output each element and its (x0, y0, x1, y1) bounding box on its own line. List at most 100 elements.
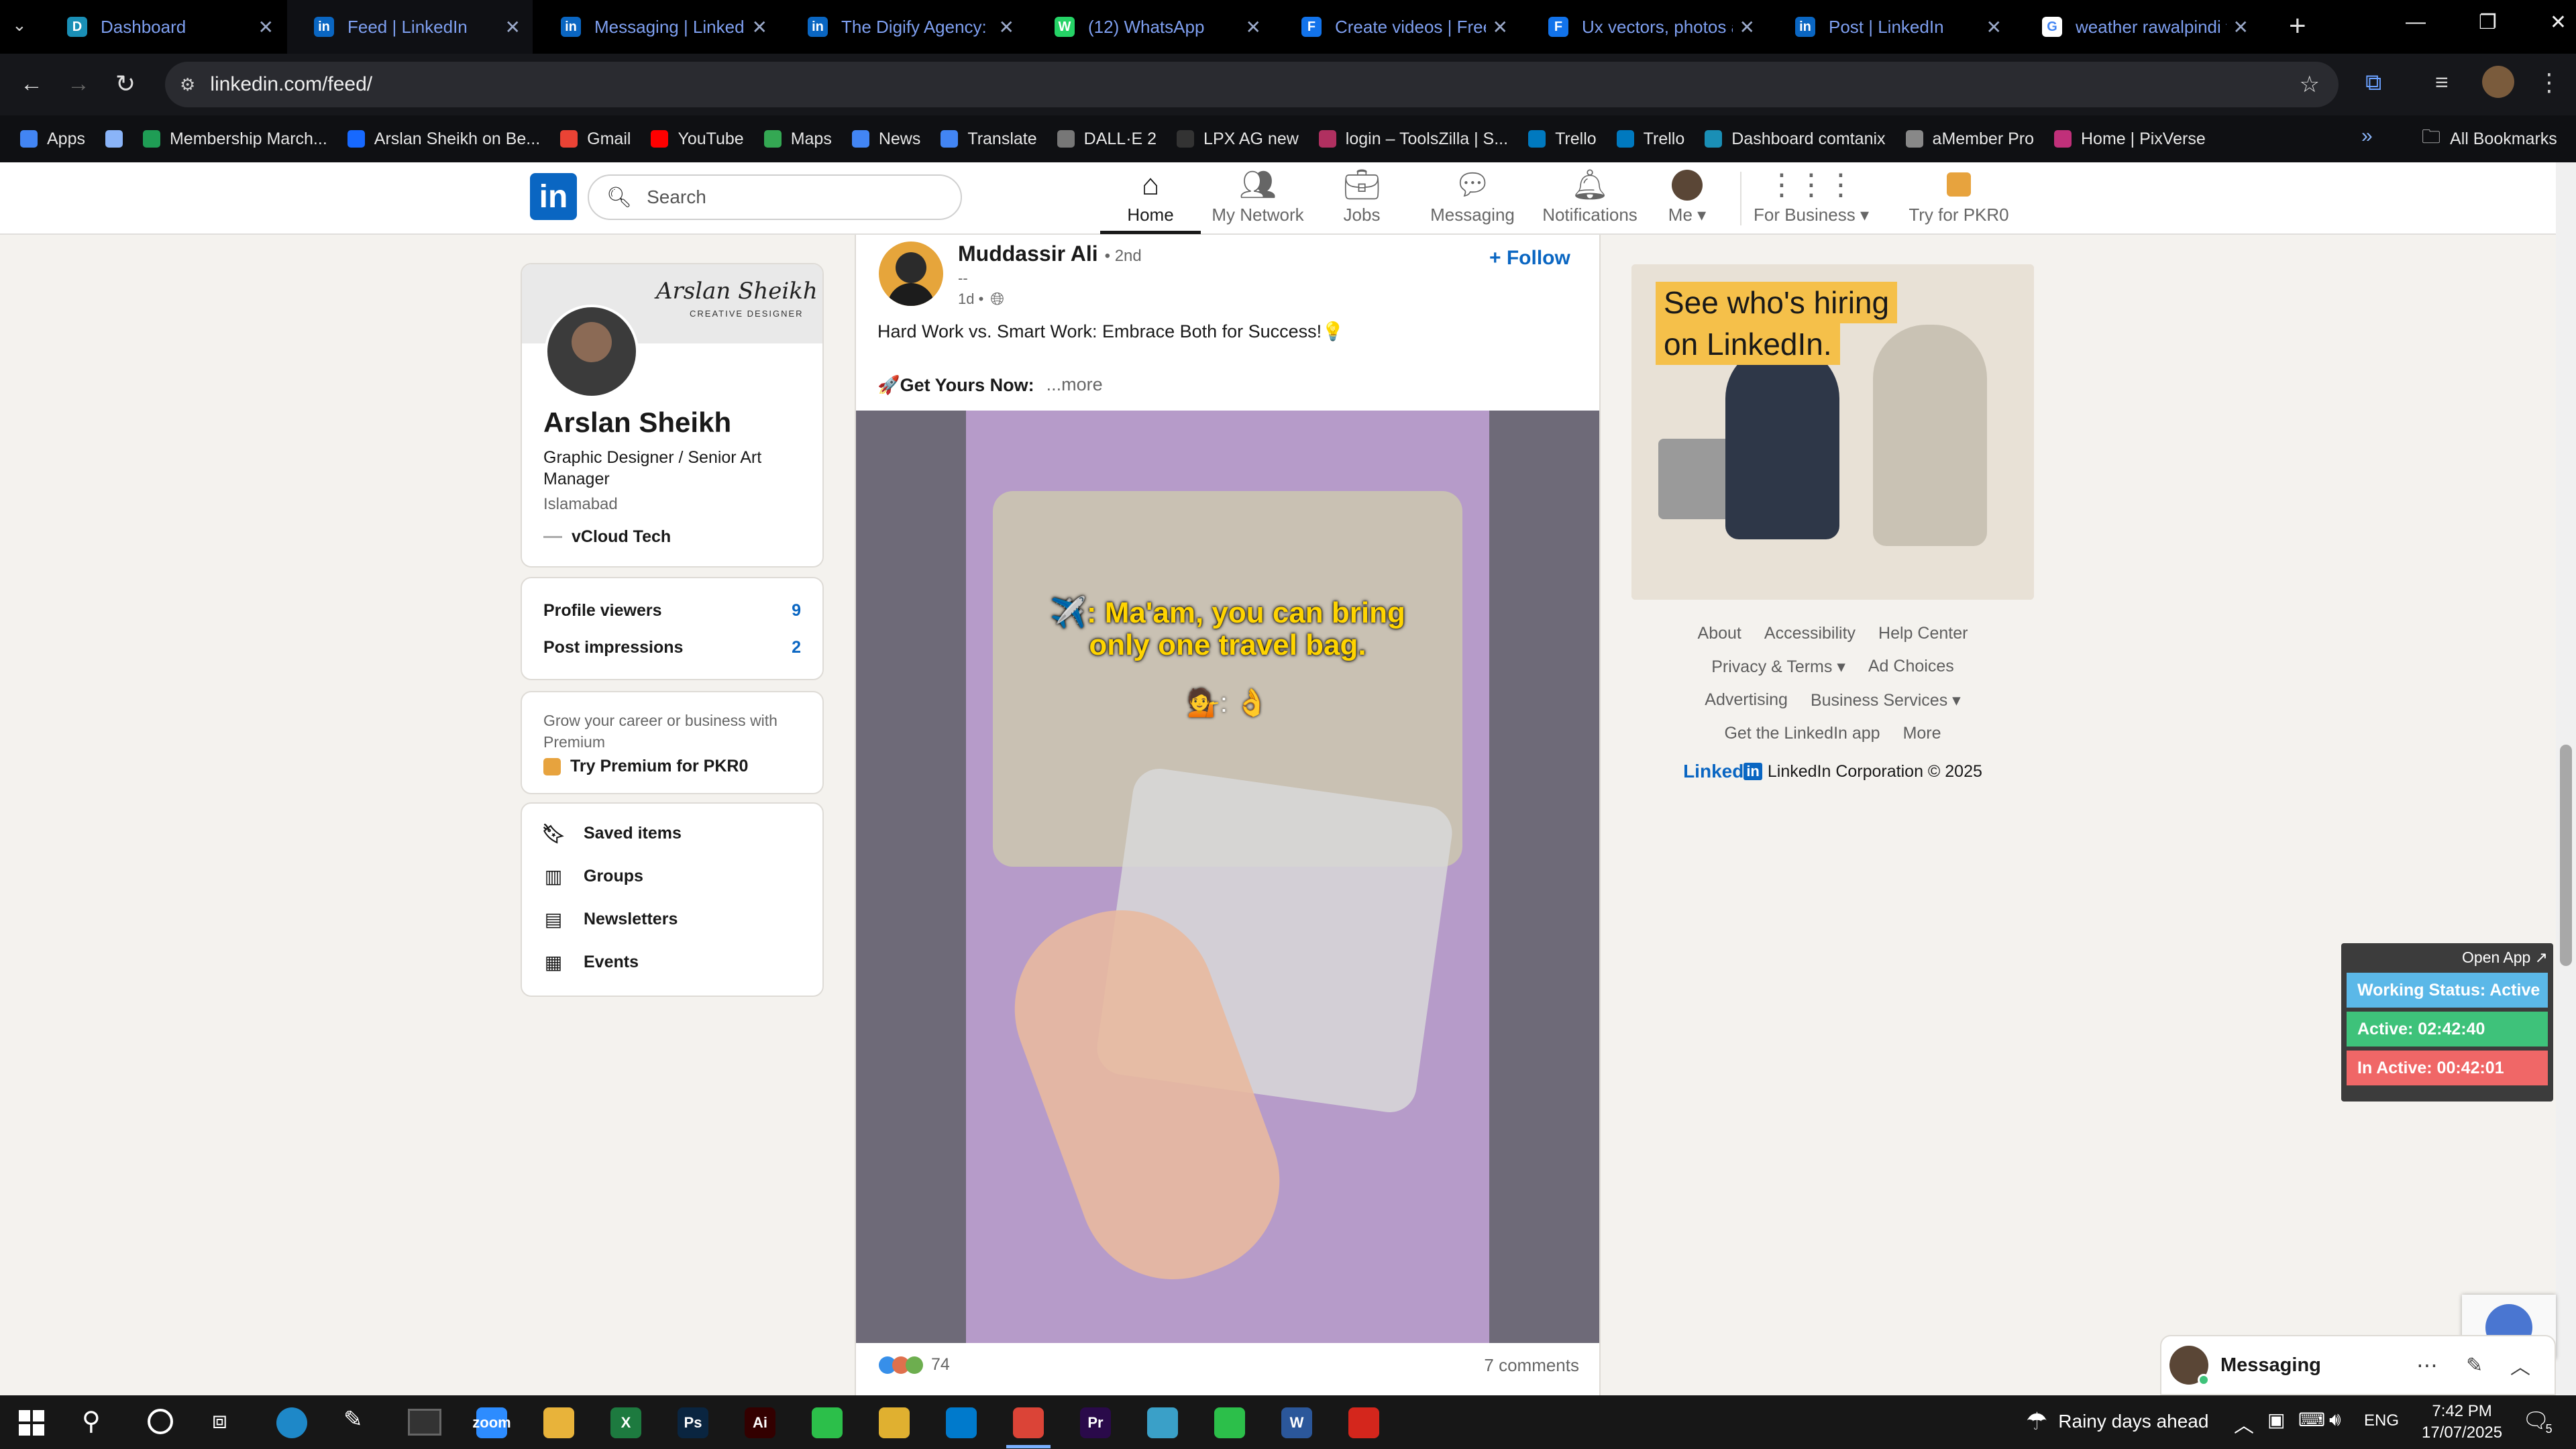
taskbar-app-illustrator-icon[interactable]: Ai (745, 1407, 775, 1438)
tab-close-icon[interactable]: ✕ (752, 16, 767, 38)
bookmark-item[interactable]: aMember Pro (1905, 129, 2034, 149)
see-more-link[interactable]: ...more (1046, 374, 1103, 396)
edge-icon[interactable] (276, 1407, 307, 1438)
bookmark-item[interactable]: Trello (1528, 129, 1597, 149)
tab-close-icon[interactable]: ✕ (1986, 16, 2002, 38)
taskbar-app-premiere-icon[interactable]: Pr (1080, 1407, 1111, 1438)
bookmark-item[interactable] (105, 130, 123, 148)
tab-close-icon[interactable]: ✕ (258, 16, 274, 38)
footer-get-app-link[interactable]: Get the LinkedIn app (1724, 724, 1880, 743)
browser-tab[interactable]: in Feed | LinkedIn ✕ (287, 0, 533, 54)
taskbar-app-acrobat-icon[interactable] (1348, 1407, 1379, 1438)
bookmark-item[interactable]: Gmail (560, 129, 631, 149)
tab-close-icon[interactable]: ✕ (1246, 16, 1261, 38)
chrome-menu-icon[interactable]: ⋮ (2537, 68, 2561, 97)
post-author-avatar[interactable] (879, 241, 943, 306)
compose-message-icon[interactable]: ✎ (2466, 1354, 2483, 1377)
bookmark-item[interactable]: Arslan Sheikh on Be... (347, 129, 540, 149)
taskbar-app-photoshop-icon[interactable]: Ps (678, 1407, 708, 1438)
try-premium-link[interactable]: Try Premium for PKR0 (543, 757, 801, 776)
bookmark-item[interactable]: Apps (20, 129, 85, 149)
extensions-icon[interactable]: ⧉ (2365, 70, 2381, 96)
volume-icon[interactable]: 🔊︎ (2329, 1409, 2341, 1431)
browser-tab[interactable]: W (12) WhatsApp ✕ (1028, 0, 1273, 54)
taskbar-app-chrome-icon[interactable] (879, 1407, 910, 1438)
network-icon[interactable]: ⌨ (2298, 1409, 2325, 1431)
taskbar-app-green-app-icon[interactable] (812, 1407, 843, 1438)
new-tab-plus-icon[interactable]: + (2289, 9, 2306, 43)
tray-device-icon[interactable]: ▣ (2267, 1409, 2285, 1431)
footer-advertising-link[interactable]: Advertising (1705, 690, 1788, 710)
side-link-events[interactable]: ▦ Events (543, 941, 801, 983)
nav-home[interactable]: ⌂ Home (1100, 162, 1201, 235)
footer-more-link[interactable]: More (1903, 724, 1941, 743)
notification-center-icon[interactable]: 🗨︎5 (2522, 1407, 2557, 1436)
nav-my-network[interactable]: 👥︎ My Network (1201, 162, 1315, 235)
bookmark-item[interactable]: login – ToolsZilla | S... (1318, 129, 1508, 149)
browser-tab[interactable]: F Create videos | Freep ✕ (1275, 0, 1520, 54)
terminal-icon[interactable] (408, 1409, 441, 1436)
bookmark-item[interactable]: YouTube (651, 129, 744, 149)
taskbar-app-word-icon[interactable]: W (1281, 1407, 1312, 1438)
bookmark-item[interactable]: Dashboard comtanix (1705, 129, 1886, 149)
tray-chevron-up-icon[interactable]: ︿ (2234, 1409, 2254, 1438)
browser-tab[interactable]: in The Digify Agency: O ✕ (781, 0, 1026, 54)
messaging-overlay[interactable]: Messaging ⋯ ✎ ︿ (2160, 1335, 2556, 1395)
language-indicator[interactable]: ENG (2364, 1411, 2399, 1430)
nav-jobs[interactable]: 💼︎ Jobs (1315, 162, 1409, 235)
all-bookmarks-folder[interactable]: 🗀 All Bookmarks (2422, 115, 2557, 162)
restore-icon[interactable]: ❐ (2479, 11, 2497, 44)
minimize-icon[interactable]: — (2406, 11, 2426, 44)
comment-count[interactable]: 7 comments (1484, 1355, 1579, 1376)
taskbar-app-zoom-icon[interactable]: zoom (472, 1407, 511, 1438)
chrome-profile-avatar[interactable] (2482, 66, 2514, 98)
messaging-more-icon[interactable]: ⋯ (2416, 1352, 2438, 1378)
tab-close-icon[interactable]: ✕ (999, 16, 1014, 38)
nav-premium[interactable]: Try for PKR0 (1898, 162, 2019, 235)
taskbar-app-chrome-active-icon[interactable] (1006, 1407, 1051, 1448)
nav-messaging[interactable]: 💬︎ Messaging (1415, 162, 1529, 235)
browser-tab[interactable]: Gweather rawalpindi to ✕ (2015, 0, 2261, 54)
side-link-saved-items[interactable]: 🔖︎ Saved items (541, 812, 801, 855)
taskbar-app-vscode-icon[interactable] (946, 1407, 977, 1438)
bookmark-item[interactable]: Trello (1616, 129, 1684, 149)
linkedin-search-input[interactable]: 🔍︎ Search (588, 174, 962, 220)
linkedin-logo[interactable]: in (530, 173, 577, 220)
bookmark-item[interactable]: Home | PixVerse (2054, 129, 2206, 149)
browser-tab[interactable]: F Ux vectors, photos an ✕ (1521, 0, 1767, 54)
more-bookmarks-chevron-icon[interactable]: » (2361, 125, 2373, 148)
profile-name[interactable]: Arslan Sheikh (543, 407, 731, 439)
hiring-ad[interactable]: See who's hiring on LinkedIn. (1631, 264, 2034, 600)
tab-close-icon[interactable]: ✕ (505, 16, 521, 38)
scrollbar-thumb[interactable] (2560, 745, 2572, 966)
windows-start-icon[interactable] (19, 1410, 44, 1436)
bookmark-item[interactable]: News (851, 129, 920, 149)
footer-about-link[interactable]: About (1698, 624, 1741, 643)
side-link-newsletters[interactable]: ▤ Newsletters (543, 898, 801, 941)
taskbar-app-app-green-icon[interactable] (1214, 1407, 1245, 1438)
footer-business-services-link[interactable]: Business Services ▾ (1811, 690, 1961, 710)
post-impressions-row[interactable]: Post impressions 2 (543, 638, 801, 657)
post-author-name[interactable]: Muddassir Ali (958, 241, 1098, 266)
bookmark-item[interactable]: DALL·E 2 (1057, 129, 1157, 149)
browser-tab[interactable]: D Dashboard ✕ (40, 0, 286, 54)
chevron-up-icon[interactable]: ︿ (2510, 1350, 2530, 1380)
footer-accessibility-link[interactable]: Accessibility (1764, 624, 1856, 643)
footer-help-center-link[interactable]: Help Center (1878, 624, 1968, 643)
taskbar-app-excel-icon[interactable]: X (610, 1407, 641, 1438)
nav-me[interactable]: Me ▾ (1650, 162, 1724, 235)
nav-for-business[interactable]: ⋮⋮⋮ For Business ▾ (1744, 162, 1878, 235)
taskbar-app-app-blue-icon[interactable] (1147, 1407, 1178, 1438)
tab-close-icon[interactable]: ✕ (1739, 16, 1755, 38)
post-reactions[interactable]: 74 (879, 1355, 950, 1375)
tab-close-icon[interactable]: ✕ (2233, 16, 2249, 38)
media-control-icon[interactable]: ≡ (2435, 70, 2449, 96)
taskbar-search-icon[interactable]: ⚲ (82, 1406, 101, 1436)
nav-notifications[interactable]: 🔔︎ Notifications (1529, 162, 1650, 235)
taskbar-app-files-icon[interactable] (543, 1407, 574, 1438)
bookmark-item[interactable]: Maps (763, 129, 832, 149)
taskbar-clock[interactable]: 7:42 PM 17/07/2025 (2422, 1401, 2502, 1444)
bookmark-star-icon[interactable]: ☆ (2300, 71, 2320, 98)
follow-button[interactable]: + Follow (1489, 247, 1570, 270)
footer-privacy-terms-link[interactable]: Privacy & Terms ▾ (1711, 657, 1845, 677)
